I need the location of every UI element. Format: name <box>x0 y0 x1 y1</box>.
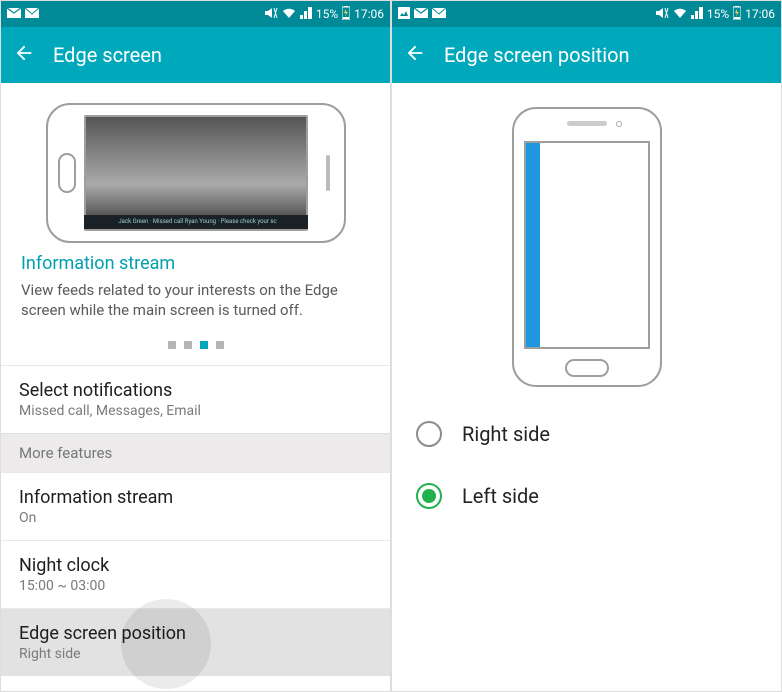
item-subtitle: 15:00 ~ 03:00 <box>19 578 372 594</box>
page-indicator[interactable] <box>1 335 390 365</box>
content-area: Right side Left side <box>392 83 781 691</box>
status-bar: 15% 17:06 <box>392 1 781 27</box>
back-icon[interactable] <box>404 42 426 69</box>
app-bar: Edge screen <box>1 27 390 83</box>
preview-illustration: Jack Green · Missed call Ryan Young · Pl… <box>1 83 390 253</box>
ticker-text: Jack Green · Missed call Ryan Young · Pl… <box>84 215 308 229</box>
edge-highlight <box>526 143 540 347</box>
page-dot[interactable] <box>168 341 176 349</box>
mute-icon <box>264 7 278 22</box>
item-subtitle: Missed call, Messages, Email <box>19 403 372 419</box>
option-right-side[interactable]: Right side <box>392 403 781 465</box>
option-label: Left side <box>462 484 539 508</box>
screen-edge-position: 15% 17:06 Edge screen position Right sid… <box>391 0 782 692</box>
info-stream-description: View feeds related to your interests on … <box>1 280 390 335</box>
screen-edge-settings: 15% 17:06 Edge screen Jack Green · Misse… <box>0 0 391 692</box>
gmail-icon <box>7 7 21 21</box>
battery-percent: 15% <box>316 7 338 21</box>
message-icon <box>432 7 446 21</box>
content-area: Jack Green · Missed call Ryan Young · Pl… <box>1 83 390 691</box>
wifi-icon <box>282 7 296 22</box>
option-label: Right side <box>462 422 550 446</box>
signal-icon <box>691 7 703 22</box>
wifi-icon <box>673 7 687 22</box>
page-title: Edge screen position <box>444 43 630 67</box>
battery-icon <box>733 6 741 23</box>
page-dot-active[interactable] <box>200 341 208 349</box>
clock-time: 17:06 <box>354 7 384 21</box>
page-title: Edge screen <box>53 43 162 67</box>
information-stream-item[interactable]: Information stream On <box>1 472 390 540</box>
night-clock-item[interactable]: Night clock 15:00 ~ 03:00 <box>1 540 390 608</box>
item-subtitle: On <box>19 510 372 526</box>
gmail-icon <box>414 7 428 21</box>
item-title: Select notifications <box>19 380 372 401</box>
option-left-side[interactable]: Left side <box>392 465 781 527</box>
radio-checked-icon <box>416 483 442 509</box>
edge-screen-position-item[interactable]: Edge screen position Right side <box>1 608 390 676</box>
back-icon[interactable] <box>13 42 35 69</box>
info-stream-title: Information stream <box>1 253 390 280</box>
gallery-icon <box>398 7 410 22</box>
clock-time: 17:06 <box>745 7 775 21</box>
mute-icon <box>655 7 669 22</box>
message-icon <box>25 7 39 21</box>
battery-percent: 15% <box>707 7 729 21</box>
item-title: Night clock <box>19 555 372 576</box>
radio-unchecked-icon <box>416 421 442 447</box>
battery-icon <box>342 6 350 23</box>
signal-icon <box>300 7 312 22</box>
item-title: Information stream <box>19 487 372 508</box>
more-features-subheader: More features <box>1 433 390 472</box>
app-bar: Edge screen position <box>392 27 781 83</box>
touch-ripple <box>121 599 211 689</box>
preview-illustration <box>392 83 781 403</box>
status-bar: 15% 17:06 <box>1 1 390 27</box>
page-dot[interactable] <box>184 341 192 349</box>
select-notifications-item[interactable]: Select notifications Missed call, Messag… <box>1 365 390 433</box>
page-dot[interactable] <box>216 341 224 349</box>
